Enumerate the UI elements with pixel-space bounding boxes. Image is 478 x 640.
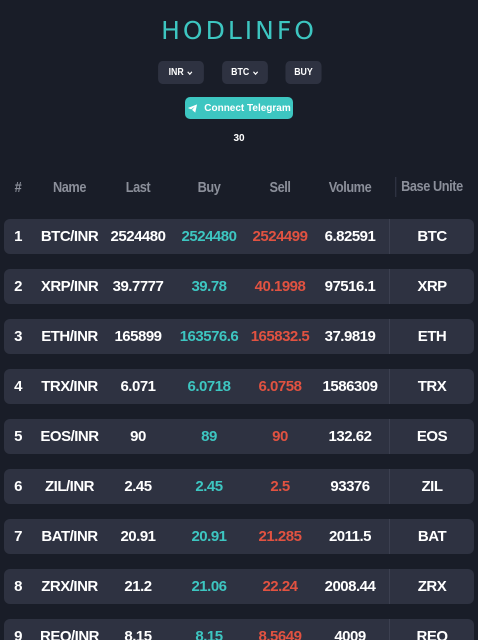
row-sell: 6.0758 <box>258 378 302 395</box>
buy-button[interactable]: BUY <box>284 61 322 84</box>
row-name: XRP/INR <box>40 278 99 295</box>
row-buy: 163576.6 <box>179 328 239 345</box>
table-row: 8 ZRX/INR 21.2 21.06 22.24 2008.44 ZRX <box>4 569 474 604</box>
row-base-unit: REQ <box>389 619 474 640</box>
row-sell: 2524499 <box>252 228 308 245</box>
row-base-unit: TRX <box>389 369 474 404</box>
connect-telegram-label: Connect Telegram <box>204 102 291 114</box>
row-volume: 4009 <box>334 628 366 640</box>
table-row: 5 EOS/INR 90 89 90 132.62 EOS <box>4 419 474 454</box>
row-num: 9 <box>14 628 22 640</box>
header-name: Name <box>52 178 87 196</box>
table-row: 3 ETH/INR 165899 163576.6 165832.5 37.98… <box>4 319 474 354</box>
table-row: 2 XRP/INR 39.7777 39.78 40.1998 97516.1 … <box>4 269 474 304</box>
row-last: 20.91 <box>120 528 156 545</box>
table-row: 6 ZIL/INR 2.45 2.45 2.5 93376 ZIL <box>4 469 474 504</box>
row-base-unit: ZRX <box>389 569 474 604</box>
telegram-icon <box>188 103 198 113</box>
row-last: 39.7777 <box>112 278 164 295</box>
row-num: 3 <box>14 328 22 345</box>
row-volume: 2008.44 <box>324 578 376 595</box>
row-name: BAT/INR <box>41 528 98 545</box>
row-base-unit: ETH <box>389 319 474 354</box>
row-last: 2524480 <box>110 228 166 245</box>
table-header: # Name Last Buy Sell Volume Base Unite <box>4 170 474 204</box>
row-sell: 22.24 <box>262 578 298 595</box>
row-num: 5 <box>14 428 22 445</box>
row-volume: 37.9819 <box>324 328 376 345</box>
row-last: 2.45 <box>124 478 152 495</box>
row-name: TRX/INR <box>41 378 98 395</box>
refresh-timer: 30 <box>233 133 245 144</box>
row-buy: 6.0718 <box>187 378 231 395</box>
chevron-down-icon <box>251 69 258 77</box>
row-sell: 21.285 <box>258 528 302 545</box>
row-buy: 2524480 <box>181 228 237 245</box>
header-last: Last <box>125 178 151 196</box>
connect-telegram-button[interactable]: Connect Telegram <box>185 97 293 119</box>
row-last: 165899 <box>114 328 162 345</box>
row-name: ETH/INR <box>41 328 98 345</box>
header-buy: Buy <box>197 178 221 196</box>
row-buy: 21.06 <box>191 578 227 595</box>
row-last: 21.2 <box>124 578 152 595</box>
row-name: EOS/INR <box>40 428 99 445</box>
table-row: 1 BTC/INR 2524480 2524480 2524499 6.8259… <box>4 219 474 254</box>
row-volume: 93376 <box>330 478 370 495</box>
coin-select-value: BTC <box>230 67 249 78</box>
row-volume: 1586309 <box>322 378 378 395</box>
header-sell: Sell <box>269 178 291 196</box>
row-sell: 2.5 <box>270 478 290 495</box>
row-buy: 2.45 <box>195 478 223 495</box>
row-name: BTC/INR <box>40 228 99 245</box>
row-volume: 6.82591 <box>324 228 376 245</box>
chevron-down-icon <box>186 69 193 77</box>
row-name: ZRX/INR <box>41 578 98 595</box>
row-buy: 39.78 <box>191 278 227 295</box>
row-base-unit: EOS <box>389 419 474 454</box>
currency-select[interactable]: INR <box>157 61 204 84</box>
row-volume: 132.62 <box>328 428 372 445</box>
row-buy: 8.15 <box>195 628 223 640</box>
row-num: 6 <box>14 478 22 495</box>
table-body: 1 BTC/INR 2524480 2524480 2524499 6.8259… <box>4 219 474 640</box>
header-base-unit: Base Unite <box>395 177 467 197</box>
header-volume: Volume <box>328 178 372 196</box>
row-num: 4 <box>14 378 22 395</box>
row-sell: 8.5649 <box>258 628 302 640</box>
row-name: REQ/INR <box>39 628 100 640</box>
row-sell: 165832.5 <box>250 328 310 345</box>
row-sell: 90 <box>272 428 288 445</box>
row-buy: 89 <box>201 428 217 445</box>
row-num: 1 <box>14 228 22 245</box>
row-sell: 40.1998 <box>254 278 306 295</box>
row-last: 6.071 <box>120 378 156 395</box>
table-row: 9 REQ/INR 8.15 8.15 8.5649 4009 REQ <box>4 619 474 640</box>
row-last: 90 <box>130 428 146 445</box>
controls-bar: INR BTC BUY <box>0 61 478 84</box>
header-num: # <box>14 178 22 196</box>
row-base-unit: XRP <box>389 269 474 304</box>
row-last: 8.15 <box>124 628 152 640</box>
hodlinfo-page: HODLINFO INR BTC BUY Connect Telegram 30… <box>0 0 478 640</box>
row-volume: 97516.1 <box>324 278 376 295</box>
site-logo[interactable]: HODLINFO <box>0 16 478 45</box>
row-buy: 20.91 <box>191 528 227 545</box>
row-base-unit: BAT <box>389 519 474 554</box>
table-row: 7 BAT/INR 20.91 20.91 21.285 2011.5 BAT <box>4 519 474 554</box>
row-num: 7 <box>14 528 22 545</box>
row-volume: 2011.5 <box>328 528 372 545</box>
table-row: 4 TRX/INR 6.071 6.0718 6.0758 1586309 TR… <box>4 369 474 404</box>
row-num: 8 <box>14 578 22 595</box>
coin-select[interactable]: BTC <box>221 61 268 84</box>
row-name: ZIL/INR <box>45 478 95 495</box>
row-base-unit: BTC <box>389 219 474 254</box>
currency-select-value: INR <box>168 67 184 78</box>
row-base-unit: ZIL <box>389 469 474 504</box>
row-num: 2 <box>14 278 22 295</box>
price-table: # Name Last Buy Sell Volume Base Unite 1… <box>4 170 474 640</box>
